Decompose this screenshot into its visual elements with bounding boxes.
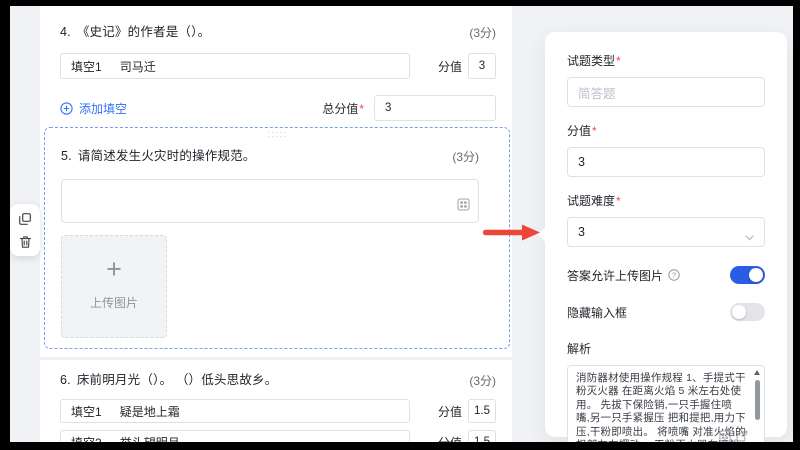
copy-icon bbox=[19, 212, 31, 225]
blank-score-label: 分值 bbox=[437, 59, 462, 74]
question-5-number: 5. bbox=[61, 149, 72, 163]
drag-handle-icon[interactable] bbox=[268, 131, 287, 138]
question-type-label: 试题类型* bbox=[567, 54, 621, 68]
blank-label: 填空1 bbox=[71, 59, 102, 74]
help-icon[interactable]: ? bbox=[668, 269, 680, 281]
blank-score-label: 分值 bbox=[437, 404, 462, 419]
add-blank-button[interactable]: 添加填空 bbox=[60, 100, 127, 117]
blank-answer-input[interactable]: 填空1 疑是地上霜 bbox=[60, 399, 410, 423]
blank-label: 填空2 bbox=[71, 434, 102, 443]
red-arrow-annotation bbox=[483, 224, 540, 241]
letterbox-bottom bbox=[0, 442, 800, 450]
short-answer-textarea[interactable] bbox=[61, 179, 479, 223]
letterbox-right bbox=[793, 0, 800, 450]
question-side-toolbar bbox=[10, 204, 40, 256]
field-difficulty: 试题难度* 3 bbox=[567, 192, 765, 247]
question-4-score-badge: (3分) bbox=[469, 26, 496, 40]
blank-score-label: 分值 bbox=[438, 434, 462, 443]
svg-text:?: ? bbox=[672, 271, 676, 280]
question-6-title: 6. 床前明月光（）。 （）低头思故乡。 bbox=[60, 373, 278, 387]
analysis-label: 解析 bbox=[567, 342, 592, 356]
blank-value: 举头望明月 bbox=[120, 434, 180, 443]
letterbox-top bbox=[0, 0, 800, 6]
total-score-label: 总分值* bbox=[322, 101, 364, 116]
scroll-thumb[interactable] bbox=[754, 380, 760, 420]
allow-upload-label: 答案允许上传图片 bbox=[567, 268, 664, 283]
question-4-blank-row: 填空1 司马迁 分值 3 bbox=[60, 53, 496, 79]
trash-icon bbox=[19, 235, 31, 248]
chevron-down-icon bbox=[745, 230, 754, 244]
plus-icon: + bbox=[106, 254, 122, 284]
circle-plus-icon bbox=[60, 101, 73, 115]
question-block-6[interactable]: 6. 床前明月光（）。 （）低头思故乡。 (3分) 填空1 疑是地上霜 分值 1.… bbox=[60, 372, 496, 442]
question-6-score-badge: (3分) bbox=[469, 374, 496, 388]
add-blank-label: 添加填空 bbox=[79, 101, 128, 116]
total-score-group: 总分值* 3 bbox=[322, 95, 496, 121]
score-label: 分值* bbox=[567, 124, 597, 138]
question-block-5-selected[interactable]: 5. 请简述发生火灾时的操作规范。 (3分) + 上传图片 bbox=[44, 127, 510, 349]
blank-score-input[interactable]: 3 bbox=[468, 53, 496, 79]
required-asterisk: * bbox=[616, 54, 621, 68]
allow-upload-toggle-on[interactable] bbox=[730, 266, 765, 284]
blank-value: 司马迁 bbox=[119, 59, 156, 74]
blank-score-input[interactable]: 1.5 bbox=[468, 399, 496, 423]
score-input[interactable]: 3 bbox=[567, 147, 765, 177]
question-6-blank-row-2: 填空2 举头望明月 分值 1.5 bbox=[60, 430, 496, 442]
blank-value: 疑是地上霜 bbox=[119, 404, 180, 419]
question-5-score-badge: (3分) bbox=[452, 150, 479, 164]
blank-answer-input[interactable]: 填空2 举头望明月 bbox=[60, 430, 410, 442]
difficulty-label: 试题难度* bbox=[567, 194, 621, 208]
toggle-knob bbox=[732, 305, 746, 319]
question-4-number: 4. bbox=[60, 25, 71, 39]
required-asterisk: * bbox=[359, 101, 364, 116]
hide-input-label: 隐藏输入框 bbox=[567, 305, 628, 320]
upload-image-button[interactable]: + 上传图片 bbox=[61, 235, 167, 338]
toggle-row-allow-upload: 答案允许上传图片 ? bbox=[567, 266, 765, 284]
question-5-title: 5. 请简述发生火灾时的操作规范。 bbox=[61, 149, 256, 163]
difficulty-select[interactable]: 3 bbox=[567, 217, 765, 247]
question-type-input[interactable]: 简答题 bbox=[567, 77, 765, 107]
insert-image-icon[interactable] bbox=[457, 198, 470, 216]
toggle-row-hide-input: 隐藏输入框 bbox=[567, 303, 765, 321]
question-block-4[interactable]: 4. 《史记》的作者是（）。 (3分) 填空1 司马迁 分值 3 添加填空 总分… bbox=[60, 24, 496, 121]
question-4-title: 4. 《史记》的作者是（）。 bbox=[60, 25, 211, 39]
copy-question-button[interactable] bbox=[18, 212, 32, 226]
question-editor-canvas: 4. 《史记》的作者是（）。 (3分) 填空1 司马迁 分值 3 添加填空 总分… bbox=[40, 6, 512, 442]
field-score: 分值* 3 bbox=[567, 122, 765, 177]
toggle-knob bbox=[749, 268, 763, 282]
total-score-input[interactable]: 3 bbox=[374, 95, 496, 121]
analysis-scrollbar[interactable] bbox=[752, 368, 762, 450]
blank-label: 填空1 bbox=[71, 404, 102, 419]
question-settings-panel: 试题类型* 简答题 分值* 3 试题难度* 3 答案允许上传图片 ? 隐藏输入框… bbox=[537, 32, 787, 450]
blank-score-input[interactable]: 1.5 bbox=[468, 430, 496, 442]
field-question-type: 试题类型* 简答题 bbox=[567, 52, 765, 107]
letterbox-left bbox=[0, 0, 10, 450]
app-window: 4. 《史记》的作者是（）。 (3分) 填空1 司马迁 分值 3 添加填空 总分… bbox=[0, 0, 800, 450]
blank-answer-input[interactable]: 填空1 司马迁 bbox=[60, 53, 410, 79]
upload-image-label: 上传图片 bbox=[89, 296, 138, 310]
hide-input-toggle-off[interactable] bbox=[730, 303, 765, 321]
delete-question-button[interactable] bbox=[19, 235, 32, 249]
required-asterisk: * bbox=[616, 194, 621, 208]
analysis-textarea[interactable]: 消防器材使用操作规程 1、手提式干粉灭火器 在距离火焰 5 米左右处使用。 先拔… bbox=[567, 365, 765, 450]
question-6-blank-row-1: 填空1 疑是地上霜 分值 1.5 bbox=[60, 399, 496, 423]
scroll-up-icon[interactable] bbox=[754, 370, 760, 375]
question-6-number: 6. bbox=[60, 373, 71, 387]
required-asterisk: * bbox=[592, 124, 597, 138]
section-divider bbox=[40, 357, 512, 360]
